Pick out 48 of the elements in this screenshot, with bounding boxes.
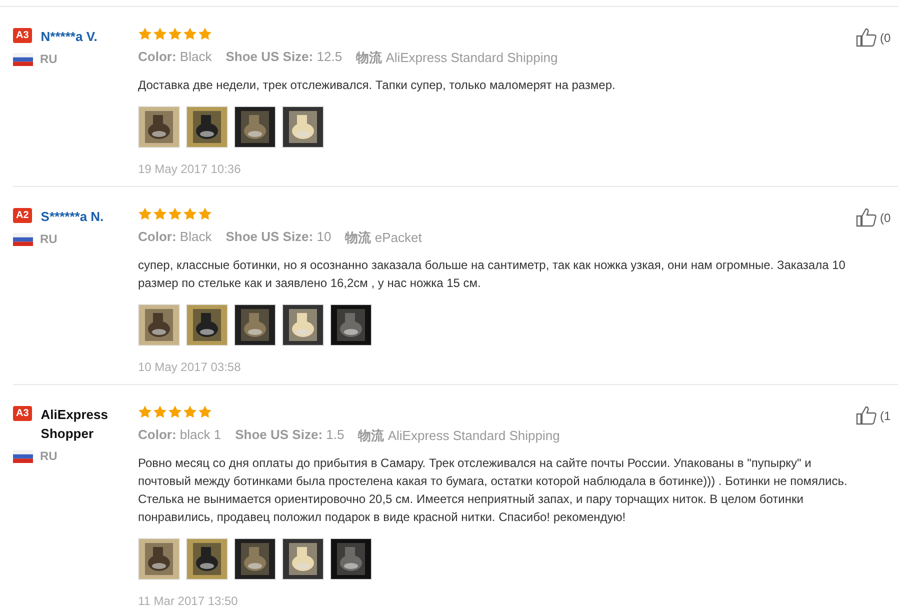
country-code: RU [40, 52, 58, 66]
star-icon [153, 405, 167, 419]
flag-icon [13, 232, 33, 246]
shipping-info: 物流 ePacket [345, 229, 422, 247]
star-icon [153, 27, 167, 41]
star-icon [183, 207, 197, 221]
star-icon [168, 405, 182, 419]
star-icon [138, 207, 152, 221]
thumbs-up-icon[interactable] [856, 27, 878, 47]
star-icon [168, 27, 182, 41]
review-date: 11 Mar 2017 13:50 [138, 594, 239, 608]
size-info: Shoe US Size: 12.5 [226, 49, 342, 66]
country-code: RU [40, 449, 58, 463]
reviewer-name[interactable]: N*****a V. [40, 27, 98, 46]
thumbs-up-icon[interactable] [856, 207, 878, 227]
country-code: RU [40, 232, 58, 246]
like-count: (1 [880, 409, 891, 423]
color-info: Color: Black [138, 229, 212, 246]
shipping-info: 物流 AliExpress Standard Shipping [358, 427, 560, 445]
like-count: (0 [880, 31, 891, 45]
reviewer-name[interactable]: S******a N. [40, 207, 104, 226]
star-icon [198, 207, 212, 221]
star-icon [138, 27, 152, 41]
flag-icon [13, 52, 33, 66]
star-icon [198, 405, 212, 419]
shipping-info: 物流 AliExpress Standard Shipping [356, 49, 558, 67]
star-icon [168, 207, 182, 221]
level-badge: A3 [13, 406, 32, 421]
star-icon [198, 27, 212, 41]
color-info: Color: Black [138, 49, 212, 66]
size-info: Shoe US Size: 1.5 [235, 427, 344, 444]
star-icon [153, 207, 167, 221]
review-text: Ровно месяц со дня оплаты до прибытия в Самару. Трек отслеживался на сайте почты России. Упакованы в "пупырку" и почтовый между ботинками была простелена какая то бумага, остатки которой наблюдала в ботинке))) . Ботинки не помялись. Стелька не вынимается ориентировочно 20,5 см. Имеется неприятный запах, и пару торчащих ниток. В целом ботинки понравились, продавец положил подарок в виде красной нитки. Спасибо! рекомендую! [138, 455, 848, 526]
thumbs-up-icon[interactable] [856, 405, 878, 425]
review-date: 10 May 2017 03:58 [138, 360, 242, 374]
review-text: Доставка две недели, трек отслеживался. Тапки супер, только маломерят на размер. [138, 77, 616, 94]
flag-icon [13, 450, 33, 462]
review-text: супер, классные ботинки, но я осознанно заказала больше на сантиметр, так как ножка узкая, они нам огромные. Заказала 10 размер по стельке как и заявлено 16,2см , у нас ножка 15 см. [138, 257, 846, 292]
review-date: 19 May 2017 10:36 [138, 162, 242, 176]
star-icon [138, 405, 152, 419]
color-info: Color: black 1 [138, 427, 222, 444]
level-badge: A2 [13, 208, 32, 223]
level-badge: A3 [13, 28, 32, 43]
star-icon [183, 27, 197, 41]
reviewer-name: AliExpress Shopper [40, 406, 109, 443]
star-icon [183, 405, 197, 419]
like-count: (0 [880, 211, 891, 225]
size-info: Shoe US Size: 10 [226, 229, 332, 246]
